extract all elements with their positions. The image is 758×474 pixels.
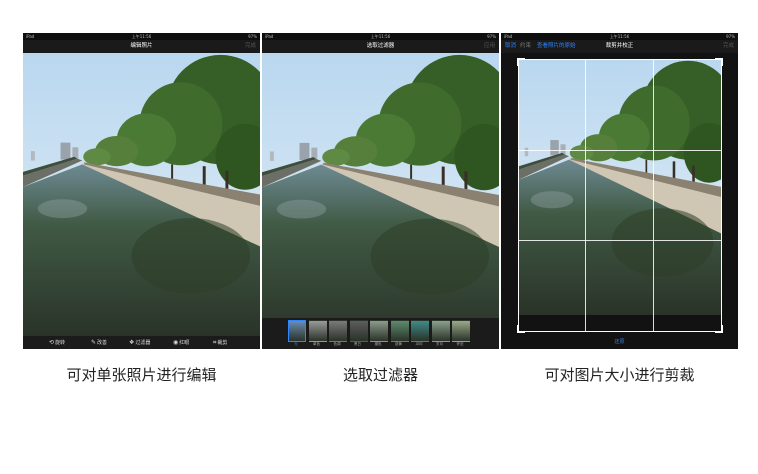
filter-apply-button[interactable]: 应用 xyxy=(484,40,495,53)
filter-thumbnail-label: 单色 xyxy=(313,342,320,346)
filter-photo xyxy=(262,53,499,318)
filter-thumbnail[interactable] xyxy=(349,320,368,342)
filter-strip: 无 单色 色调 黑白 褪色 铬黄 冲印 岁月 怀旧 xyxy=(262,318,499,349)
filter-thumbnail[interactable] xyxy=(370,320,388,342)
filter-thumbnail-label: 怀旧 xyxy=(456,342,464,346)
battery-level: 97% xyxy=(248,34,257,39)
status-time: 上午11:56 xyxy=(609,34,630,39)
crop-grid-line xyxy=(585,60,586,331)
filter-thumbnail-label: 黑白 xyxy=(354,342,361,346)
battery-level: 97% xyxy=(487,34,496,39)
enhance-label: 改善 xyxy=(97,340,108,346)
crop-grid-line xyxy=(519,240,721,241)
edit-nav-bar: 编辑照片 完成 xyxy=(23,40,260,53)
filter-screenshot: iPad 上午11:56 97% 选取过滤器 应用 无 单色 色调 黑白 褪色 铬黄 冲印 岁… xyxy=(262,33,499,349)
filter-thumbnail[interactable] xyxy=(288,320,306,342)
filter-thumbnail[interactable] xyxy=(431,320,450,342)
battery-level: 97% xyxy=(726,34,735,39)
red-eye-icon: ◉ xyxy=(173,339,179,346)
crop-frame[interactable] xyxy=(517,58,723,333)
filter-thumbnail-label: 岁月 xyxy=(436,342,443,346)
crop-corner-handle[interactable] xyxy=(715,58,723,66)
rotate-icon: ⟲ xyxy=(49,339,55,346)
crop-corner-handle[interactable] xyxy=(517,325,525,333)
crop-done-button[interactable]: 完成 xyxy=(723,40,734,53)
red-eye-button[interactable]: ◉红眼 xyxy=(173,336,189,349)
filter-thumbnail[interactable] xyxy=(452,320,470,342)
crop-grid-line xyxy=(653,60,654,331)
filter-icon: ❖ xyxy=(129,339,135,346)
filter-button[interactable]: ❖过滤器 xyxy=(129,336,150,349)
crop-nav-bar: 取消 约束 查看照片的原始 裁剪并校正 完成 xyxy=(501,40,738,53)
filter-thumbnail[interactable] xyxy=(411,320,429,342)
status-time: 上午11:56 xyxy=(370,34,391,39)
crop-screenshot: iPad 上午11:56 97% 取消 约束 查看照片的原始 裁剪并校正 完成 … xyxy=(501,33,738,349)
crop-corner-handle[interactable] xyxy=(715,325,723,333)
caption-crop: 可对图片大小进行剪裁 xyxy=(544,366,695,384)
crop-button[interactable]: ⌗裁剪 xyxy=(213,336,227,349)
crop-bottom-bar: 还原 xyxy=(501,336,738,349)
filter-nav-bar: 选取过滤器 应用 xyxy=(262,40,499,53)
filter-label: 过滤器 xyxy=(135,340,151,346)
enhance-button[interactable]: ✎改善 xyxy=(91,336,107,349)
rotate-label: 旋转 xyxy=(55,340,66,346)
status-bar: iPad 上午11:56 97% xyxy=(501,33,738,40)
enhance-icon: ✎ xyxy=(91,339,97,346)
edit-toolbar: ⟲旋转 ✎改善 ❖过滤器 ◉红眼 ⌗裁剪 xyxy=(23,336,260,349)
crop-nav-title: 裁剪并校正 xyxy=(605,43,634,49)
rotate-button[interactable]: ⟲旋转 xyxy=(49,336,65,349)
crop-label: 裁剪 xyxy=(217,340,228,346)
crop-corner-handle[interactable] xyxy=(517,58,525,66)
edit-photo-screenshot: iPad 上午11:56 97% 编辑照片 完成 ⟲旋转 ✎改善 ❖过滤器 ◉红… xyxy=(23,33,260,349)
filter-thumbnail[interactable] xyxy=(390,320,409,342)
filter-nav-title: 选取过滤器 xyxy=(366,43,395,49)
filter-thumbnail[interactable] xyxy=(329,320,347,342)
caption-filter: 选取过滤器 xyxy=(342,366,418,384)
status-bar: iPad 上午11:56 97% xyxy=(23,33,260,40)
filter-thumbnail-label: 冲印 xyxy=(415,342,423,346)
edit-done-button[interactable]: 完成 xyxy=(245,40,256,53)
filter-thumbnail-label: 色调 xyxy=(333,342,341,346)
status-bar: iPad 上午11:56 97% xyxy=(262,33,499,40)
crop-grid-line xyxy=(519,150,721,151)
crop-icon: ⌗ xyxy=(213,339,217,346)
caption-edit: 可对单张照片进行编辑 xyxy=(66,366,217,384)
filter-thumbnail-label: 无 xyxy=(294,342,298,346)
filter-thumbnail-label: 铬黄 xyxy=(395,342,402,346)
filter-thumbnail[interactable] xyxy=(308,320,327,342)
red-eye-label: 红眼 xyxy=(179,340,190,346)
edit-nav-title: 编辑照片 xyxy=(130,43,153,49)
filter-thumbnail-label: 褪色 xyxy=(374,342,382,346)
crop-reset-button[interactable]: 还原 xyxy=(614,339,624,345)
status-time: 上午11:56 xyxy=(131,34,152,39)
edit-photo xyxy=(23,53,260,336)
